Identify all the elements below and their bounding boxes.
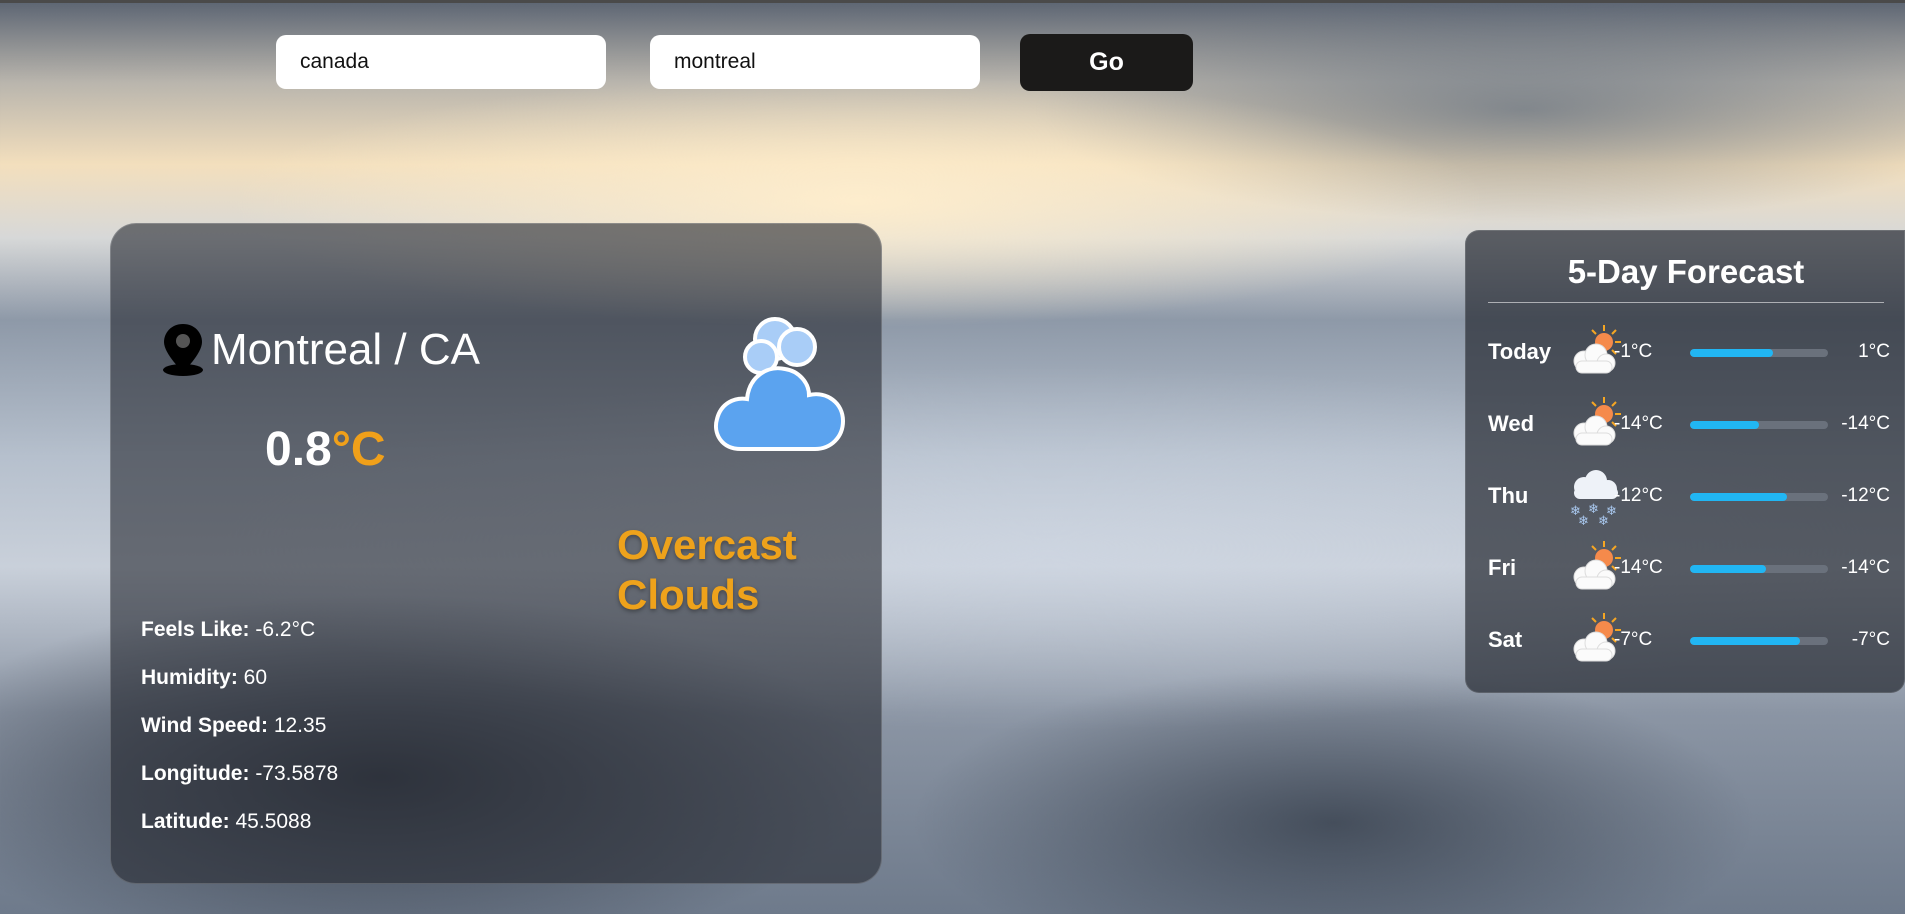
temperature-unit: °C [331, 423, 386, 476]
detail-value: -73.5878 [255, 762, 339, 785]
detail-row: Latitude: 45.5088 [141, 798, 338, 846]
forecast-day: Thu [1488, 483, 1529, 508]
forecast-row: Wed -14°C -14°C [1488, 393, 1890, 453]
forecast-high: -14°C [1841, 413, 1890, 434]
detail-label: Feels Like: [141, 618, 250, 641]
svg-text:❄: ❄ [1598, 514, 1609, 527]
forecast-title: 5-Day Forecast [1567, 253, 1805, 290]
forecast-low: -7°C [1614, 629, 1653, 650]
forecast-day: Today [1488, 339, 1552, 364]
forecast-low: -12°C [1614, 485, 1663, 506]
temperature-range-bar [1690, 493, 1828, 501]
current-weather-card: Montreal / CA 0.8°C Overcast Clouds Feel… [110, 223, 882, 884]
forecast-row: Today -1°C 1°C [1488, 321, 1890, 381]
detail-value: 60 [243, 666, 268, 689]
detail-label: Latitude: [141, 810, 230, 833]
detail-label: Longitude: [141, 762, 250, 785]
divider [1488, 302, 1884, 303]
detail-value: 12.35 [273, 714, 327, 737]
temperature-range-fill [1690, 565, 1766, 573]
forecast-day: Sat [1488, 627, 1523, 652]
temperature-range-fill [1690, 349, 1773, 357]
detail-row: Wind Speed: 12.35 [141, 702, 338, 750]
detail-row: Longitude: -73.5878 [141, 750, 338, 798]
temperature-range-fill [1690, 637, 1801, 645]
forecast-low: -1°C [1614, 341, 1653, 362]
detail-value: -6.2°C [255, 618, 316, 641]
forecast-row: Fri -14°C -14°C [1488, 537, 1890, 597]
forecast-high: -12°C [1841, 485, 1890, 506]
forecast-day: Fri [1488, 555, 1517, 580]
svg-text:❄: ❄ [1578, 514, 1589, 527]
forecast-low: -14°C [1614, 413, 1663, 434]
weather-description: Overcast Clouds [617, 521, 797, 618]
forecast-panel: 5-Day Forecast Today -1°C 1°C Wed -14°C -14°C… [1465, 230, 1905, 693]
detail-value: 45.5088 [235, 810, 312, 833]
go-button[interactable]: Go [1020, 34, 1193, 91]
detail-label: Humidity: [141, 666, 238, 689]
weather-details: Feels Like: -6.2°C Humidity: 60 Wind Spe… [141, 606, 338, 846]
forecast-high: 1°C [1858, 341, 1890, 362]
location-heading: Montreal / CA [159, 322, 480, 378]
city-input-wrapper[interactable] [650, 35, 980, 89]
country-input[interactable] [298, 49, 584, 75]
forecast-high: -14°C [1841, 557, 1890, 578]
temperature-range-bar [1690, 349, 1828, 357]
top-border [0, 0, 1905, 3]
forecast-day: Wed [1488, 411, 1535, 436]
temperature-value: 0.8 [265, 423, 332, 476]
cloud-icon [714, 317, 846, 451]
city-input[interactable] [672, 49, 958, 75]
current-temperature: 0.8°C [265, 422, 386, 477]
location-name: Montreal / CA [211, 325, 480, 374]
temperature-range-bar [1690, 421, 1828, 429]
country-input-wrapper[interactable] [276, 35, 606, 89]
detail-label: Wind Speed: [141, 714, 268, 737]
forecast-low: -14°C [1614, 557, 1663, 578]
forecast-row: Sat -7°C -7°C [1488, 609, 1890, 669]
temperature-range-bar [1690, 637, 1828, 645]
forecast-row: Thu ❄ ❄ ❄ ❄ ❄ -12°C -12°C [1488, 465, 1890, 529]
temperature-range-fill [1690, 493, 1787, 501]
temperature-range-fill [1690, 421, 1759, 429]
detail-row: Humidity: 60 [141, 654, 338, 702]
map-pin-icon [163, 324, 203, 376]
detail-row: Feels Like: -6.2°C [141, 606, 338, 654]
forecast-high: -7°C [1851, 629, 1890, 650]
temperature-range-bar [1690, 565, 1828, 573]
